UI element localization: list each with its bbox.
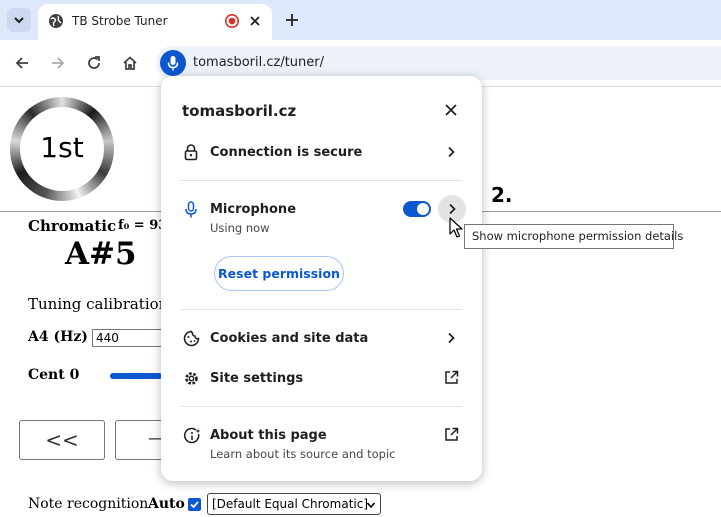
check-icon (190, 501, 199, 509)
about-page-label: About this page (210, 428, 327, 443)
microphone-toggle[interactable] (403, 201, 431, 217)
mode-label: Chromatic (28, 217, 117, 235)
forward-icon[interactable] (49, 54, 67, 72)
popup-site-title: tomasboril.cz (182, 102, 297, 120)
strobe-disc: 1st (10, 97, 114, 201)
cent-label: Cent 0 (28, 367, 80, 383)
chevron-down-icon (14, 17, 24, 24)
browser-tab[interactable]: TB Strobe Tuner (38, 4, 272, 40)
connection-label: Connection is secure (210, 145, 363, 160)
reload-icon[interactable] (85, 54, 103, 72)
close-tab-icon[interactable] (248, 14, 262, 28)
step-annotation: 2. (491, 183, 513, 207)
reset-permission-label: Reset permission (218, 266, 340, 281)
site-settings-label: Site settings (210, 371, 304, 386)
microphone-icon (185, 201, 197, 218)
lock-icon (184, 144, 198, 161)
external-link-icon (445, 370, 459, 384)
previous-note-button[interactable]: << (19, 420, 105, 460)
calibration-heading: Tuning calibration (28, 295, 169, 313)
cookies-label: Cookies and site data (210, 331, 369, 346)
mouse-cursor-icon (449, 217, 463, 238)
home-icon[interactable] (121, 54, 139, 72)
globe-icon (49, 14, 63, 28)
cookie-icon (183, 330, 200, 347)
chevron-right-icon (449, 203, 456, 215)
microphone-icon (167, 56, 179, 71)
a4-frequency-input[interactable] (92, 329, 162, 347)
separator (181, 309, 462, 310)
auto-checkbox[interactable] (188, 498, 201, 511)
url-text: tomasboril.cz/tuner/ (193, 55, 325, 70)
recording-icon (225, 14, 239, 28)
chevron-right-icon (448, 332, 455, 344)
site-info-button[interactable] (160, 50, 186, 76)
frequency-label: f₀ = 93 (118, 218, 168, 233)
close-icon[interactable] (444, 103, 458, 117)
reset-permission-button[interactable]: Reset permission (214, 256, 344, 291)
previous-note-label: << (45, 428, 79, 452)
separator (181, 406, 462, 407)
temperament-select[interactable]: [Default Equal Chromatic] (207, 493, 381, 515)
chevron-right-icon (448, 146, 455, 158)
note-display: A#5 (65, 236, 137, 272)
address-bar[interactable]: tomasboril.cz/tuner/ (156, 46, 721, 80)
chevron-down-icon (366, 502, 376, 509)
about-page-sub: Learn about its source and topic (210, 447, 396, 461)
back-icon[interactable] (13, 54, 31, 72)
separator (181, 180, 462, 181)
cent-slider[interactable] (110, 373, 162, 379)
partial-label: 1st (40, 131, 84, 164)
site-info-popup: tomasboril.cz Connection is secure Micro… (161, 76, 482, 481)
microphone-label: Microphone (210, 202, 297, 217)
tab-title: TB Strobe Tuner (72, 14, 168, 28)
recognition-label: Note recognition (28, 496, 149, 512)
tooltip: Show microphone permission details (464, 224, 683, 249)
tab-search-button[interactable] (7, 8, 31, 32)
info-sparkle-icon (183, 427, 201, 444)
external-link-icon (445, 427, 459, 441)
a4-label: A4 (Hz) (28, 329, 88, 345)
microphone-status: Using now (210, 221, 270, 235)
auto-label: Auto (148, 496, 185, 512)
new-tab-icon[interactable] (284, 12, 300, 28)
temperament-value: [Default Equal Chromatic] (212, 497, 369, 511)
gear-icon (185, 372, 198, 385)
